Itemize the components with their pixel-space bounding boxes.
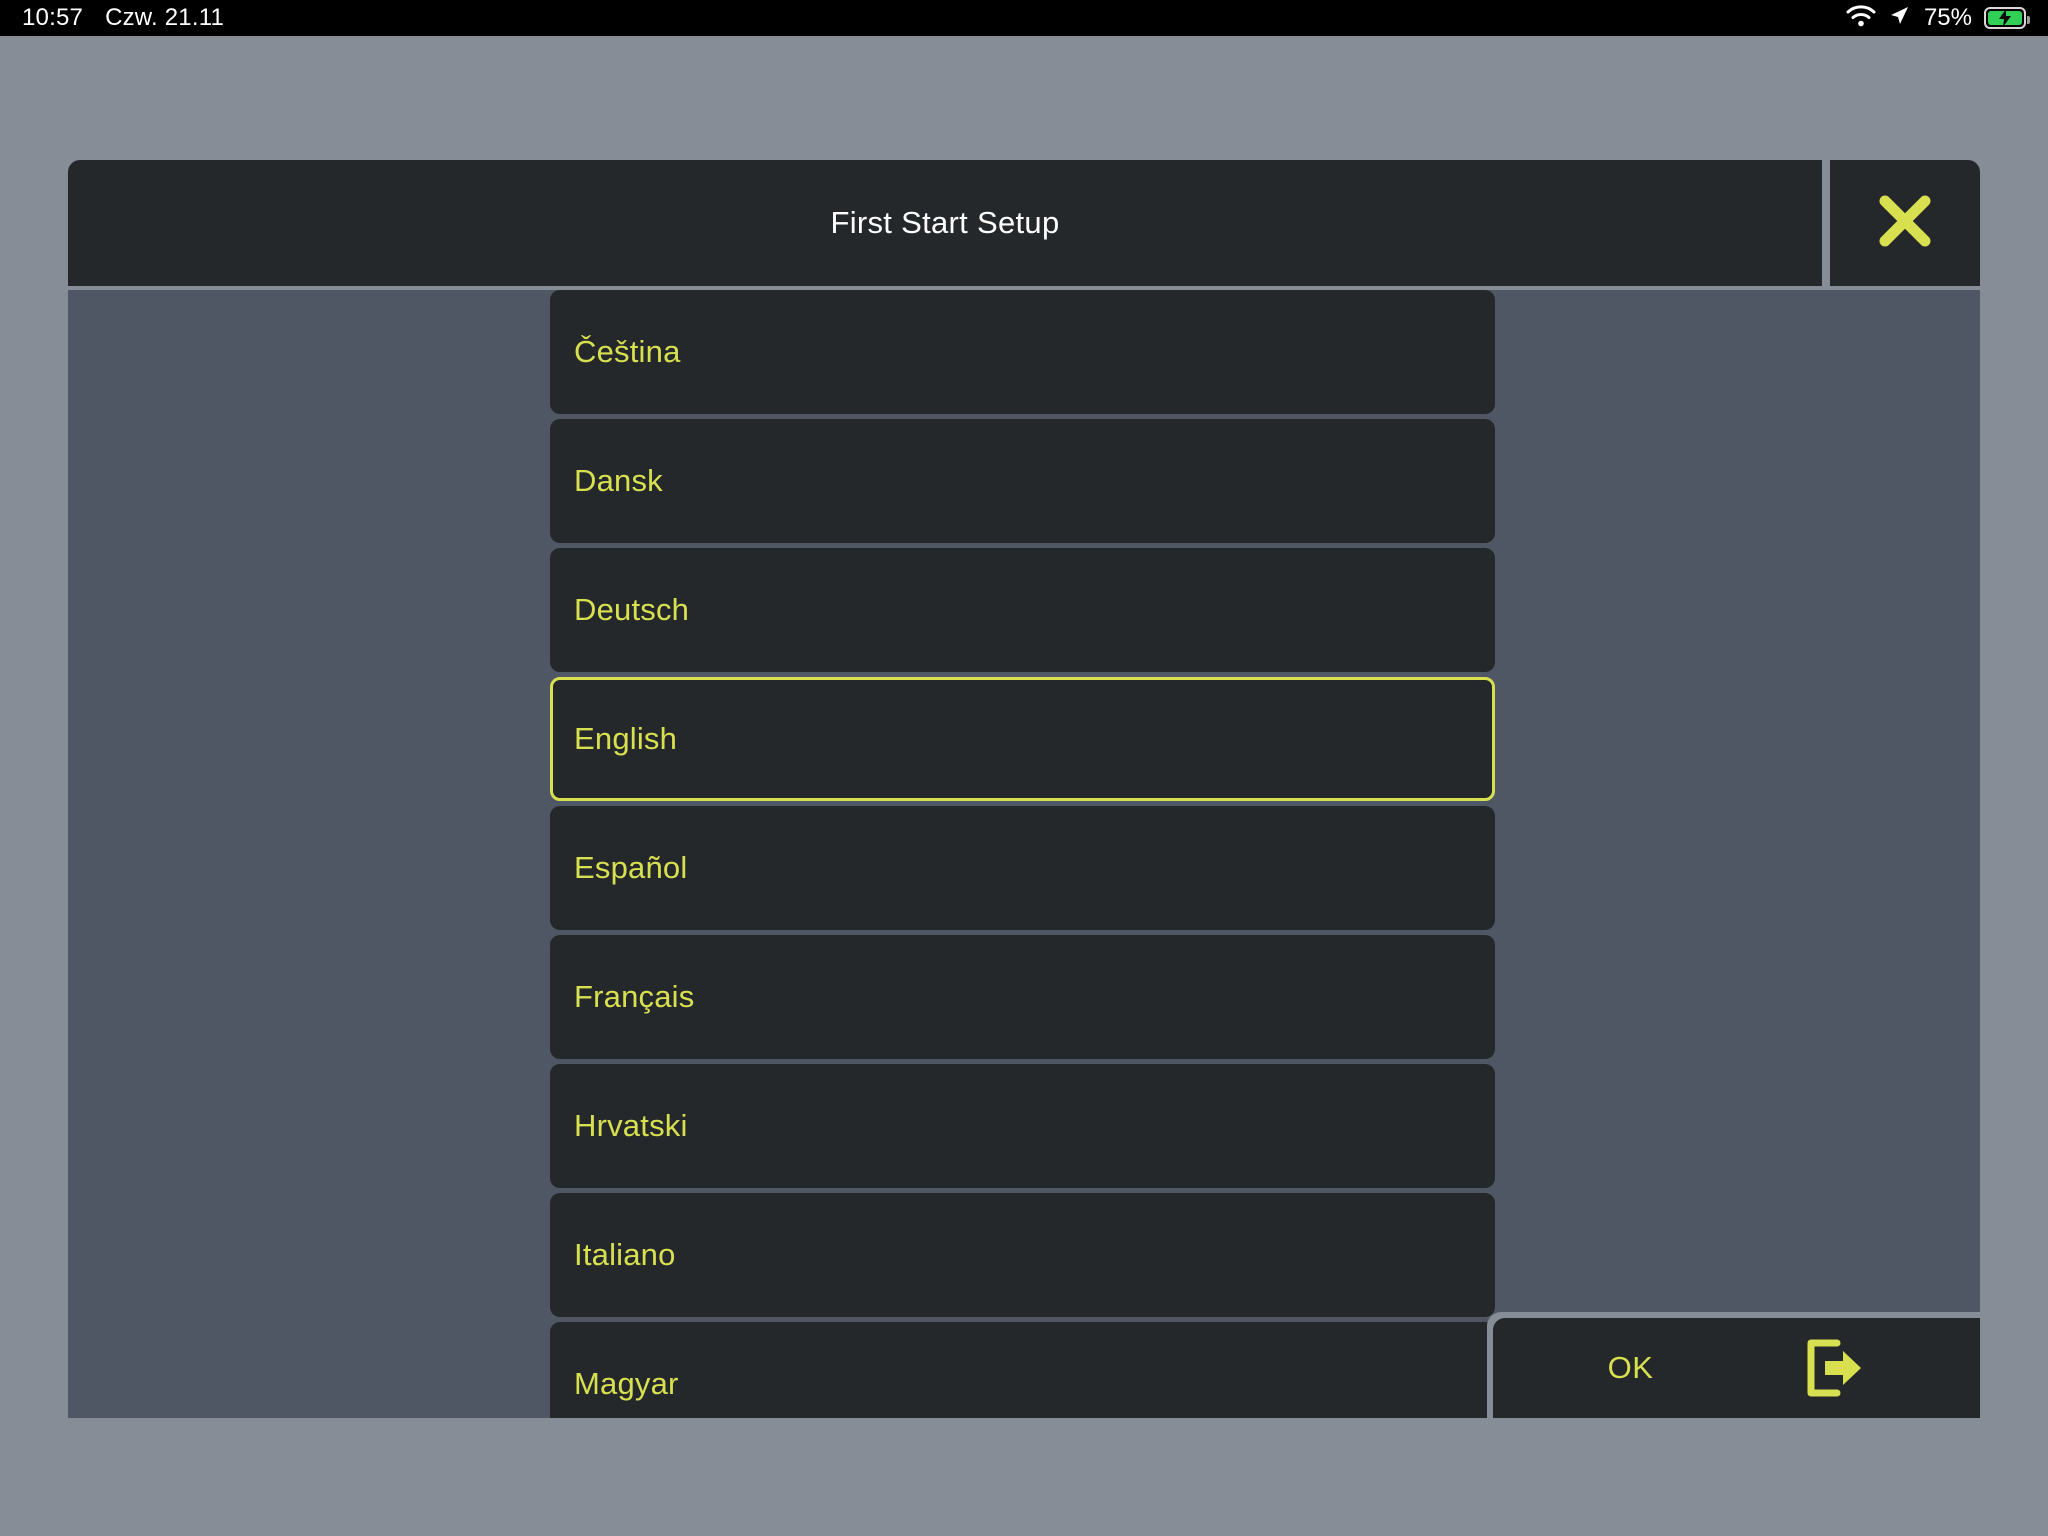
battery-charging-icon: [1984, 7, 2030, 29]
wifi-icon: [1846, 4, 1876, 33]
language-label: Español: [574, 850, 688, 885]
language-label: Čeština: [574, 334, 681, 369]
dialog-body: Čeština Dansk Deutsch English Español Fr…: [68, 290, 1980, 1418]
list-item-selected[interactable]: English: [550, 677, 1495, 801]
header-divider: [1822, 160, 1830, 286]
list-item[interactable]: Hrvatski: [550, 1064, 1495, 1188]
list-item[interactable]: Dansk: [550, 419, 1495, 543]
ok-button[interactable]: OK: [1493, 1318, 1980, 1418]
language-label: Magyar: [574, 1366, 679, 1401]
list-item[interactable]: Magyar: [550, 1322, 1495, 1418]
dialog-title-bar: First Start Setup: [68, 160, 1822, 286]
first-start-setup-dialog: First Start Setup Čeština Dansk Deutsch …: [68, 160, 1980, 1418]
status-bar-clock: 10:57: [22, 4, 84, 31]
list-item[interactable]: Italiano: [550, 1193, 1495, 1317]
list-item[interactable]: Čeština: [550, 290, 1495, 414]
language-label: Français: [574, 979, 695, 1014]
dialog-header: First Start Setup: [68, 160, 1980, 286]
status-bar-right: 75%: [1846, 4, 2030, 33]
status-bar: 10:57 Czw. 21.11 75%: [0, 0, 2048, 36]
status-bar-left: 10:57 Czw. 21.11: [22, 4, 224, 32]
close-x-icon: [1873, 189, 1937, 258]
list-item[interactable]: Deutsch: [550, 548, 1495, 672]
exit-arrow-icon: [1803, 1339, 1865, 1397]
ok-button-label: OK: [1607, 1350, 1654, 1385]
language-label: Italiano: [574, 1237, 676, 1272]
list-item[interactable]: Español: [550, 806, 1495, 930]
list-item[interactable]: Français: [550, 935, 1495, 1059]
language-list[interactable]: Čeština Dansk Deutsch English Español Fr…: [550, 290, 1495, 1418]
close-button[interactable]: [1830, 160, 1980, 286]
language-label: Deutsch: [574, 592, 690, 627]
ok-button-container: OK: [1487, 1312, 1980, 1418]
location-arrow-icon: [1888, 5, 1910, 32]
language-label: Dansk: [574, 463, 663, 498]
language-label: English: [574, 721, 678, 756]
battery-percent-label: 75%: [1923, 4, 1972, 31]
language-label: Hrvatski: [574, 1108, 688, 1143]
page-title: First Start Setup: [830, 205, 1060, 240]
status-bar-date: Czw. 21.11: [105, 4, 225, 31]
